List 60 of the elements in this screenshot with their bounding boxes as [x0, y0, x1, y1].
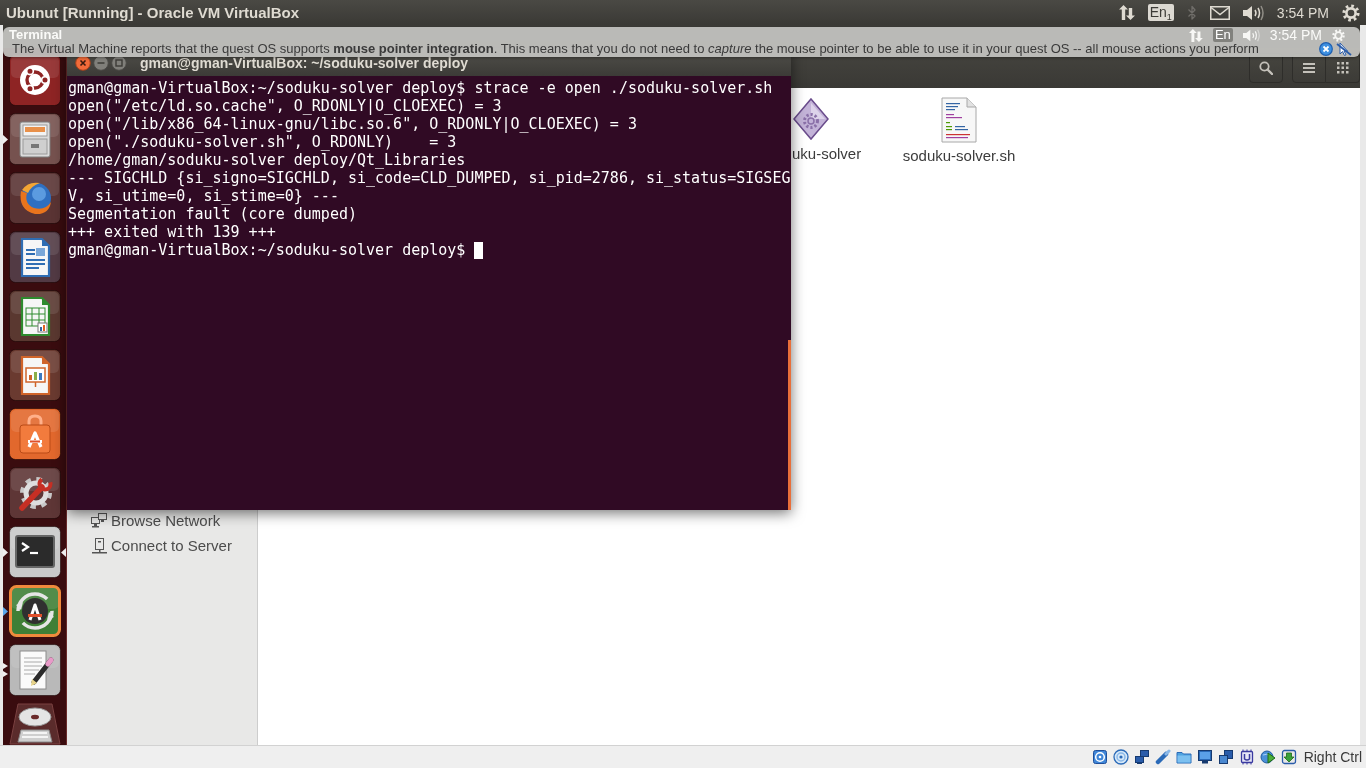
- text-document-icon: [941, 97, 977, 143]
- monitor-icon[interactable]: [1196, 749, 1213, 765]
- disc-icon[interactable]: [1112, 749, 1129, 765]
- shopping-bag-icon[interactable]: [9, 408, 61, 460]
- refresh-arrows-icon[interactable]: [9, 585, 61, 637]
- envelope-icon[interactable]: [1209, 5, 1230, 20]
- presentation-icon[interactable]: [9, 349, 61, 401]
- document-picture-icon[interactable]: [9, 231, 61, 283]
- circle-logo-icon[interactable]: [9, 54, 61, 106]
- search-icon: [1259, 61, 1273, 75]
- terminal-line: Segmentation fault (core dumped): [68, 205, 357, 223]
- gear-wrench-icon[interactable]: [9, 467, 61, 519]
- folder-icon[interactable]: [1175, 749, 1192, 765]
- diamond-gear-icon: [792, 97, 830, 141]
- speaker-icon[interactable]: [1242, 4, 1264, 21]
- terminal-line: open("/etc/ld.so.cache", O_RDONLY|O_CLOEXEC) = 3: [68, 97, 502, 115]
- chip-icon[interactable]: [1238, 749, 1255, 765]
- terminal-line: open("/lib/x86_64-linux-gnu/libc.so.6", O_RDONLY|O_CLOEXEC) = 3: [68, 115, 637, 133]
- sidebar-item[interactable]: Connect to Server: [91, 533, 232, 558]
- terminal-line: --- SIGCHLD {si_signo=SIGCHLD, si_code=CLD_DUMPED, si_pid=2786, si_status=SIGSEG: [68, 169, 791, 187]
- terminal-line: V, si_utime=0, si_stime=0} ---: [68, 187, 339, 205]
- terminal-line: open("./soduku-solver.sh", O_RDONLY) = 3: [68, 133, 457, 151]
- grid-icon: [1336, 62, 1349, 74]
- close-icon[interactable]: [75, 55, 91, 71]
- window-title: gman@gman-VirtualBox: ~/soduku-solver deploy: [140, 56, 469, 70]
- scrollbar-thumb[interactable]: [788, 340, 791, 510]
- hard-disk-icon[interactable]: [1091, 749, 1108, 765]
- window-title: Ubunut [Running] - Oracle VM VirtualBox: [6, 3, 300, 22]
- network-computers-icon: [91, 512, 107, 529]
- terminal-line: /home/gman/soduku-solver deploy/Qt_Libraries: [68, 151, 466, 169]
- pencil-paper-icon[interactable]: [9, 644, 61, 696]
- overlapping-windows-icon[interactable]: [1217, 749, 1234, 765]
- host-key-label: Right Ctrl: [1303, 749, 1362, 765]
- keyboard-layout-indicator[interactable]: En$_{1}$: [1147, 4, 1174, 21]
- network-screens-icon[interactable]: [1133, 749, 1150, 765]
- minimize-icon[interactable]: [93, 55, 109, 71]
- spreadsheet-icon[interactable]: [9, 290, 61, 342]
- file-item[interactable]: uku-solver: [792, 97, 860, 163]
- clock[interactable]: 3:54 PM: [1276, 4, 1329, 21]
- panel-title: Terminal: [9, 28, 63, 42]
- terminal-line: +++ exited with 139 +++: [68, 223, 276, 241]
- file-item[interactable]: soduku-solver.sh: [899, 97, 1019, 165]
- sidebar-item[interactable]: Browse Network: [91, 508, 221, 533]
- server-tower-icon: [91, 537, 107, 554]
- network-arrows-icon[interactable]: [1118, 5, 1135, 20]
- command-prompt: gman@gman-VirtualBox:~/soduku-solver deploy$: [68, 241, 466, 259]
- keyboard-layout-indicator[interactable]: En: [1212, 28, 1233, 42]
- download-arrow-icon[interactable]: [1280, 749, 1297, 765]
- terminal-icon[interactable]: [9, 526, 61, 578]
- maximize-icon[interactable]: [111, 55, 127, 71]
- menu-icon: [1303, 63, 1315, 73]
- close-icon[interactable]: [1319, 42, 1333, 56]
- usb-stick-icon[interactable]: [1154, 749, 1171, 765]
- globe-fox-icon[interactable]: [9, 172, 61, 224]
- gear-icon[interactable]: [1342, 3, 1360, 22]
- cursor-crossed-icon[interactable]: [1336, 42, 1352, 56]
- disc-drive-icon[interactable]: [9, 703, 61, 745]
- file-cabinet-icon[interactable]: [9, 113, 61, 165]
- terminal-line: gman@gman-VirtualBox:~/soduku-solver deploy$ strace -e open ./soduku-solver.sh: [68, 79, 773, 97]
- notification-message: The Virtual Machine reports that the quest OS supports mouse pointer integration. This means that you do not need to capture the mouse pointer to be able to use it in your quest OS -- all mouse actions you perform: [11, 42, 1260, 56]
